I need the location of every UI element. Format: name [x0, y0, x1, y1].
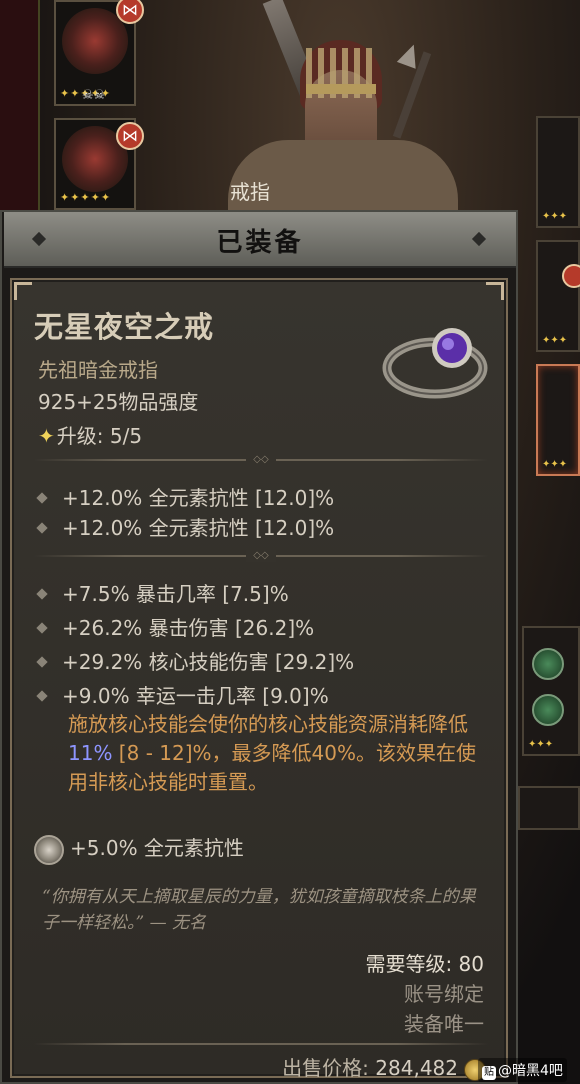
implicit-affix: +12.0% 全元素抗性 [12.0]%: [36, 482, 334, 511]
affix-line: +29.2% 核心技能伤害 [29.2]%: [36, 646, 354, 675]
tieba-logo-icon: 贴: [482, 1066, 496, 1080]
section-divider: ◇◇: [34, 454, 488, 466]
equipment-slot-amulet[interactable]: ⋈ ✦✦✦✦✦ ☠☠: [54, 0, 144, 106]
equipment-slot-right-2[interactable]: ✦✦✦: [536, 240, 580, 352]
character-headband: [306, 84, 376, 94]
item-power: 925+25物品强度: [38, 390, 199, 414]
corner-ornament: [486, 282, 504, 300]
affix-line: +26.2% 暴击伤害 [26.2]%: [36, 612, 314, 641]
affix-line: +9.0% 幸运一击几率 [9.0]%: [36, 680, 329, 709]
unique-equipped: 装备唯一: [404, 1012, 484, 1036]
item-type: 先祖暗金戒指: [38, 358, 158, 382]
section-divider: ◇◇: [34, 550, 488, 562]
item-name: 无星夜空之戒: [34, 310, 215, 344]
diamond-bullet-icon: [36, 492, 48, 504]
rank-badge-icon: [562, 264, 580, 288]
item-upgrade: ✦ 升级: 5/5: [38, 420, 142, 449]
equipment-slot-right-3[interactable]: ✦✦✦: [522, 626, 580, 756]
diamond-bullet-icon: [36, 522, 48, 534]
equipment-slot-right-1[interactable]: ✦✦✦: [536, 116, 580, 228]
implicit-affix: +12.0% 全元素抗性 [12.0]%: [36, 512, 334, 541]
diamond-bullet-icon: [36, 588, 48, 600]
diamond-bullet-icon: [36, 656, 48, 668]
slot-stars-icon: ✦✦✦: [542, 335, 568, 346]
diamond-bullet-icon: [36, 622, 48, 634]
panel-header: 已装备: [4, 212, 516, 268]
upgrade-label: 升级: 5/5: [56, 424, 143, 448]
rank-badge-icon: ⋈: [116, 122, 144, 150]
sell-price: 出售价格: 284,482: [282, 1052, 486, 1081]
ring-icon: [382, 328, 488, 399]
diamond-star-icon: ✦: [38, 424, 55, 448]
item-tooltip-panel: 已装备 无星夜空之戒 先祖暗金戒指 925+25物品强度 ✦ 升级: 5/5 ◇◇…: [0, 210, 518, 1084]
account-bound: 账号绑定: [404, 982, 484, 1006]
sell-price-label: 出售价格:: [282, 1056, 369, 1080]
sell-price-value: 284,482: [375, 1056, 458, 1080]
slot-stars-icon: ✦✦✦: [528, 739, 554, 750]
equipment-slot-right-selected[interactable]: ✦✦✦: [536, 364, 580, 476]
unique-power-value: 11%: [68, 741, 113, 765]
diamond-bullet-icon: [36, 690, 48, 702]
unique-power-text: 施放核心技能会使你的核心技能资源消耗降低 11% [8 - 12]%，最多降低4…: [68, 712, 476, 794]
socket-affix: +5.0% 全元素抗性: [34, 832, 244, 865]
affix-line: +7.5% 暴击几率 [7.5]%: [36, 578, 289, 607]
required-level: 需要等级: 80: [365, 952, 484, 976]
gem-socket-icon: [34, 834, 64, 865]
slot-label: 戒指: [230, 180, 270, 204]
item-card: 无星夜空之戒 先祖暗金戒指 925+25物品强度 ✦ 升级: 5/5 ◇◇ +12…: [10, 278, 508, 1081]
slot-stars-icon: ✦✦✦: [542, 459, 568, 470]
equipment-slot-ring-1[interactable]: ⋈ ✦✦✦✦✦: [54, 118, 144, 210]
panel-title: 已装备: [216, 228, 304, 258]
equipment-slot-right-4[interactable]: [518, 786, 580, 830]
corner-ornament: [14, 282, 32, 300]
flavor-text: “你拥有从天上摘取星辰的力量，犹如孩童摘取枝条上的果子一样轻松。” — 无名: [42, 887, 476, 933]
slot-stars-icon: ✦✦✦✦✦: [60, 191, 112, 204]
watermark: 贴 @暗黑4吧: [478, 1058, 567, 1082]
skull-icon: ☠☠: [82, 88, 106, 103]
gem-icon: [532, 648, 564, 680]
slot-stars-icon: ✦✦✦: [542, 211, 568, 222]
left-edge-panel: [0, 0, 40, 210]
section-divider: [34, 1038, 488, 1050]
gem-icon: [532, 694, 564, 726]
